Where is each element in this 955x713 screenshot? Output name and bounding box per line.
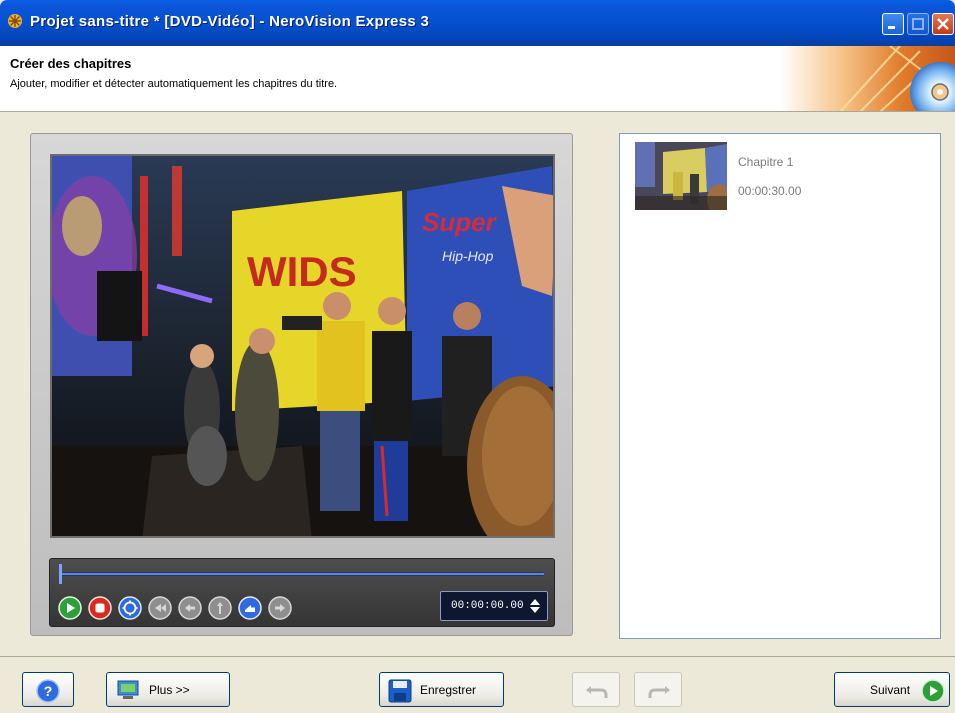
next-arrow-icon [921,679,945,703]
svg-text:WIDS: WIDS [247,248,357,295]
video-frame-image: WIDS Super Hip-Hop [52,156,553,536]
close-icon [937,18,949,30]
playback-controls: 00:00:00.00 [49,558,555,627]
undo-button[interactable] [572,672,620,707]
undo-icon [586,686,608,698]
svg-text:Hip-Hop: Hip-Hop [442,248,494,264]
toolbar-divider [0,656,955,657]
svg-text:Super: Super [422,207,498,237]
next-icon [268,596,292,620]
frame-step-button[interactable] [208,596,232,620]
more-button-label: Plus >> [149,683,190,697]
timecode-spinner-icon[interactable] [529,598,541,614]
wizard-header: Créer des chapitres Ajouter, modifier et… [0,46,955,112]
redo-icon [648,686,670,698]
chapter-list[interactable]: Chapitre 1 00:00:30.00 [619,133,941,639]
play-button[interactable] [58,596,82,620]
video-preview[interactable]: WIDS Super Hip-Hop [50,154,555,538]
next-button[interactable]: Suivant [834,672,950,707]
chapter-item[interactable]: Chapitre 1 00:00:30.00 [635,142,925,212]
add-chapter-button[interactable] [238,596,262,620]
rewind-button[interactable] [178,596,202,620]
stop-button[interactable] [88,596,112,620]
minimize-icon [888,26,895,29]
chapter-time: 00:00:30.00 [738,184,802,198]
previous-icon [148,596,172,620]
timecode-value: 00:00:00.00 [451,600,524,612]
page-title: Créer des chapitres [10,56,132,71]
window-title: Projet sans-titre * [DVD-Vidéo] - NeroVi… [30,13,430,30]
maximize-icon [912,18,924,30]
fullscreen-button[interactable] [118,596,142,620]
close-button[interactable] [932,13,954,35]
previous-chapter-button[interactable] [148,596,172,620]
title-bar: Projet sans-titre * [DVD-Vidéo] - NeroVi… [0,0,955,46]
frame-step-icon [208,596,232,620]
save-icon [388,679,412,703]
nero-disc-banner [780,46,955,111]
nero-app-icon[interactable] [6,12,24,30]
video-preview-panel: WIDS Super Hip-Hop 00:00:00.00 [30,133,573,636]
redo-button[interactable] [634,672,682,707]
rewind-icon [178,596,202,620]
svg-text:?: ? [44,683,53,699]
page-subtitle: Ajouter, modifier et détecter automatiqu… [10,78,338,90]
save-button[interactable]: Enregstrer [379,672,504,707]
add-chapter-icon [238,596,262,620]
next-button-label: Suivant [870,683,911,697]
help-button[interactable]: ? [22,672,74,707]
more-button[interactable]: Plus >> [106,672,230,707]
more-options-icon [117,680,139,699]
timecode-field[interactable]: 00:00:00.00 [440,591,548,621]
stop-icon [88,596,112,620]
maximize-button[interactable] [907,13,929,35]
minimize-button[interactable] [882,13,904,35]
chapter-thumbnail [635,142,727,210]
fullscreen-icon [118,596,142,620]
next-chapter-button[interactable] [268,596,292,620]
help-icon: ? [36,679,60,703]
chapter-name: Chapitre 1 [738,155,794,169]
seek-progress [60,573,544,575]
save-button-label: Enregstrer [420,683,477,697]
seek-handle[interactable] [59,564,62,584]
play-icon [58,596,82,620]
